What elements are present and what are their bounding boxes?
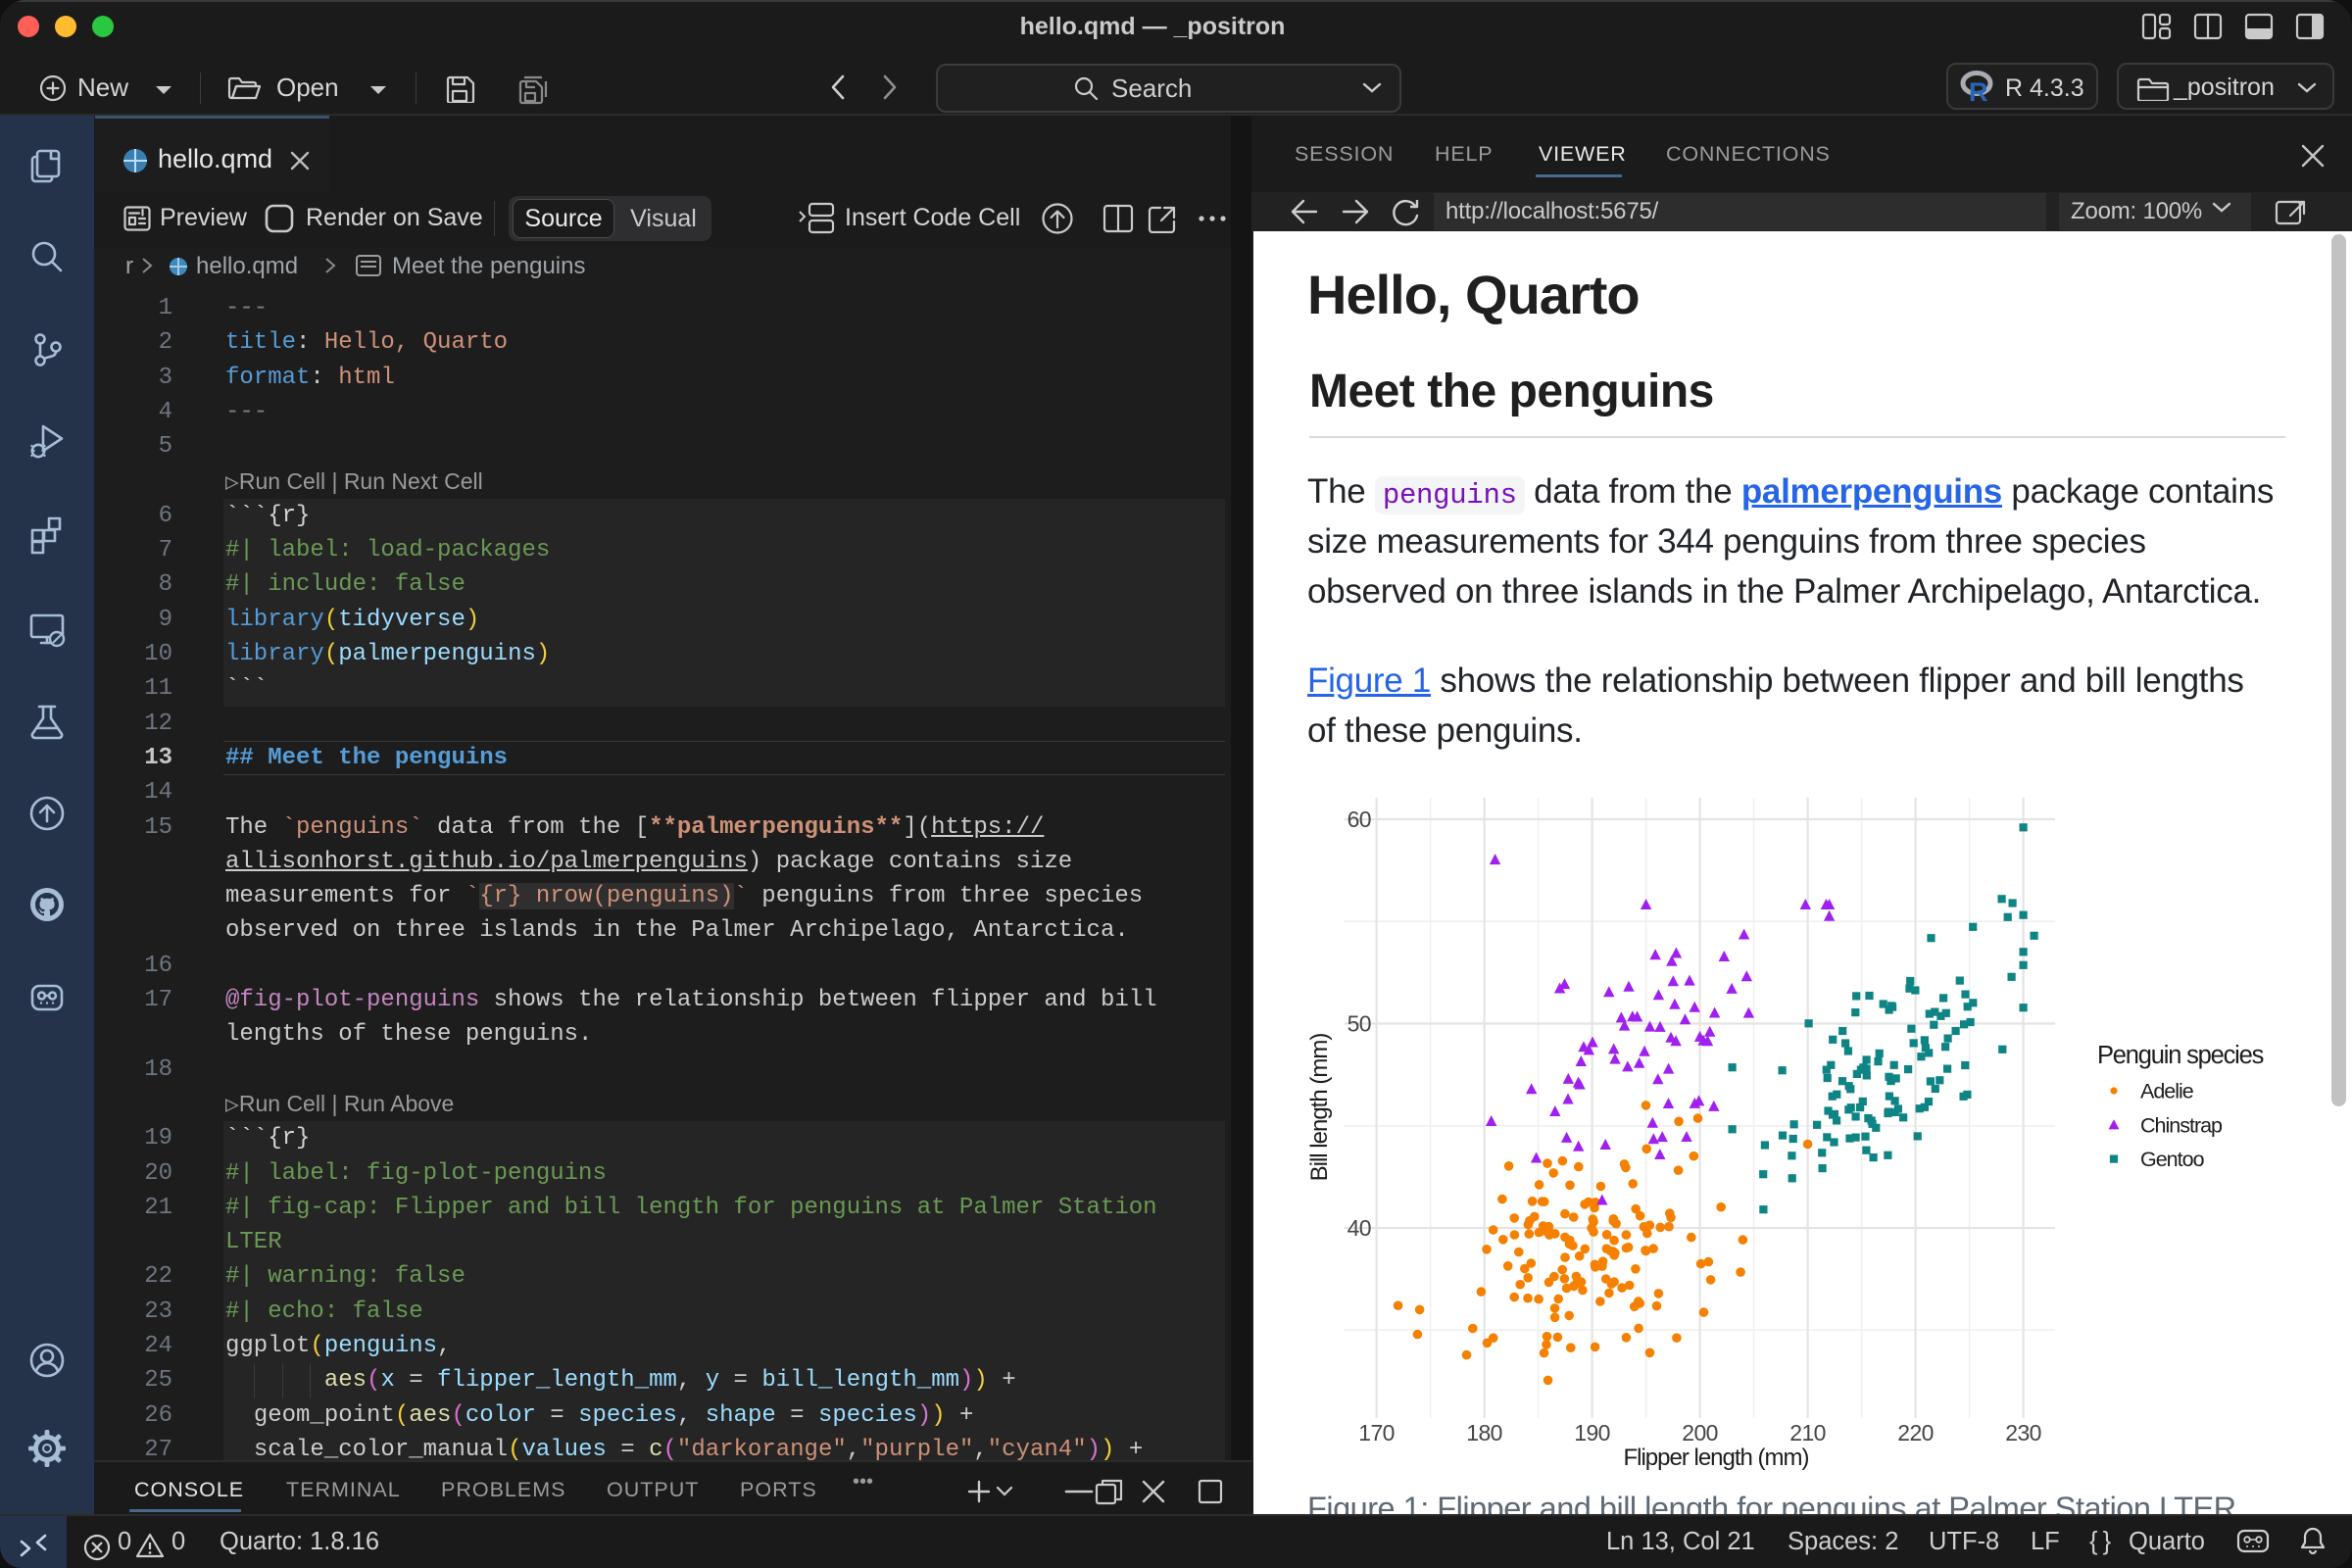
svg-text:210: 210 bbox=[1789, 1420, 1826, 1446]
svg-text:230: 230 bbox=[2005, 1420, 2041, 1446]
svg-text:Adelie: Adelie bbox=[2140, 1080, 2193, 1103]
svg-text:Flipper length (mm): Flipper length (mm) bbox=[1623, 1445, 1808, 1471]
svg-text:50: 50 bbox=[1348, 1011, 1371, 1037]
svg-text:Penguin species: Penguin species bbox=[2097, 1042, 2264, 1069]
svg-text:R: R bbox=[1969, 77, 1988, 104]
svg-text:Bill length (mm): Bill length (mm) bbox=[1306, 1034, 1333, 1182]
svg-text:60: 60 bbox=[1348, 807, 1371, 832]
svg-text:190: 190 bbox=[1574, 1420, 1610, 1446]
svg-text:Gentoo: Gentoo bbox=[2140, 1148, 2205, 1171]
svg-text:180: 180 bbox=[1466, 1420, 1502, 1446]
svg-text:220: 220 bbox=[1897, 1420, 1934, 1446]
svg-text:40: 40 bbox=[1348, 1215, 1371, 1241]
svg-text:Chinstrap: Chinstrap bbox=[2140, 1114, 2223, 1138]
svg-text:200: 200 bbox=[1682, 1420, 1718, 1446]
svg-text:170: 170 bbox=[1358, 1420, 1395, 1446]
